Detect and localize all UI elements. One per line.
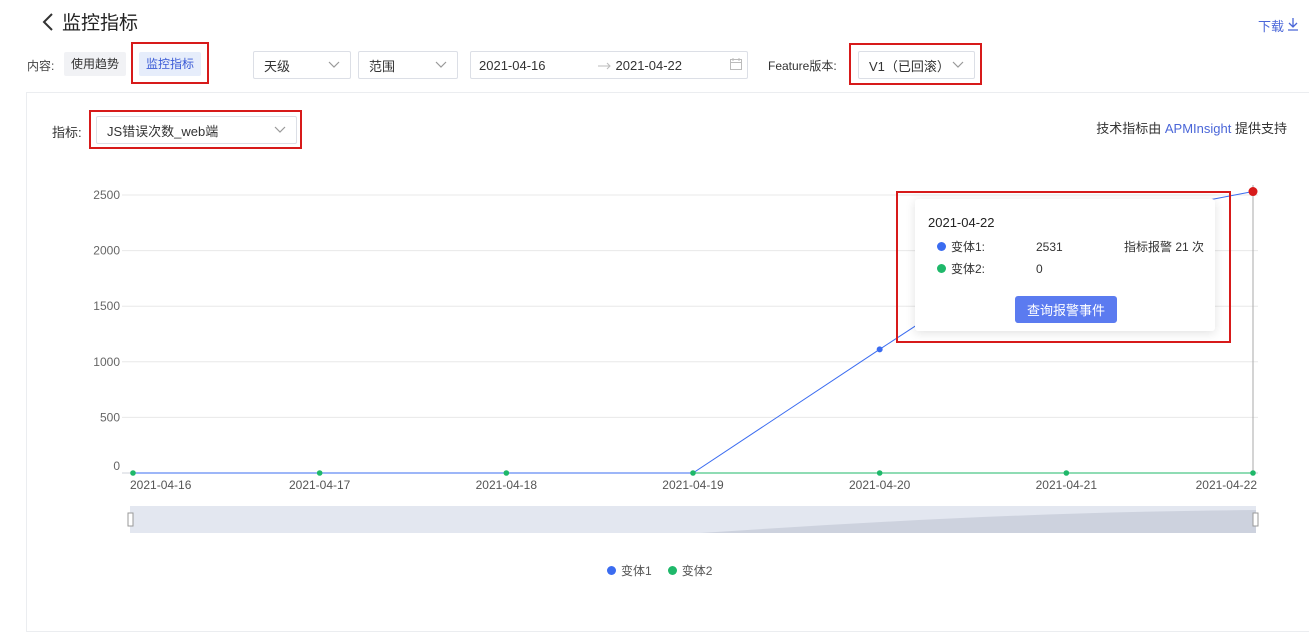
series2-point[interactable] [316, 470, 323, 476]
legend-label: 变体2 [681, 564, 713, 578]
legend-dot-icon [667, 566, 677, 575]
legend-label: 变体1 [621, 564, 652, 578]
x-tick-label: 2021-04-22 [1196, 478, 1258, 492]
y-tick-label: 0 [113, 459, 120, 473]
y-tick-label: 500 [100, 410, 120, 424]
x-tick-label: 2021-04-19 [662, 478, 724, 492]
x-axis-ticks: 2021-04-16 2021-04-17 2021-04-18 2021-04-19… [130, 478, 1257, 492]
series2-point[interactable] [876, 470, 883, 476]
series2-point[interactable] [1250, 470, 1256, 476]
zoom-handle-left[interactable] [127, 512, 134, 527]
y-tick-label: 1500 [93, 299, 120, 313]
x-tick-label: 2021-04-18 [476, 478, 538, 492]
y-axis-ticks: 0 500 1000 1500 2000 2500 [93, 188, 120, 473]
series2-point[interactable] [1063, 470, 1070, 476]
series1-point-highlighted[interactable] [1248, 187, 1258, 197]
series2-point[interactable] [130, 470, 136, 476]
y-tick-label: 1000 [93, 355, 120, 369]
y-tick-label: 2000 [93, 244, 120, 258]
x-tick-label: 2021-04-20 [849, 478, 911, 492]
chart-legend: 变体1 变体2 [607, 562, 712, 579]
x-tick-label: 2021-04-17 [289, 478, 351, 492]
series1-point[interactable] [876, 346, 883, 353]
series2-point[interactable] [690, 470, 696, 476]
legend-item-series2[interactable]: 变体2 [667, 562, 713, 579]
y-tick-label: 2500 [93, 188, 120, 202]
legend-item-series1[interactable]: 变体1 [607, 562, 652, 579]
series2-point[interactable] [503, 470, 510, 476]
data-zoom-slider [127, 506, 1259, 533]
legend-dot-icon [607, 566, 616, 575]
x-tick-label: 2021-04-16 [130, 478, 192, 492]
zoom-handle-right[interactable] [1252, 512, 1259, 527]
x-tick-label: 2021-04-21 [1036, 478, 1098, 492]
highlight-box-tooltip [896, 191, 1231, 343]
